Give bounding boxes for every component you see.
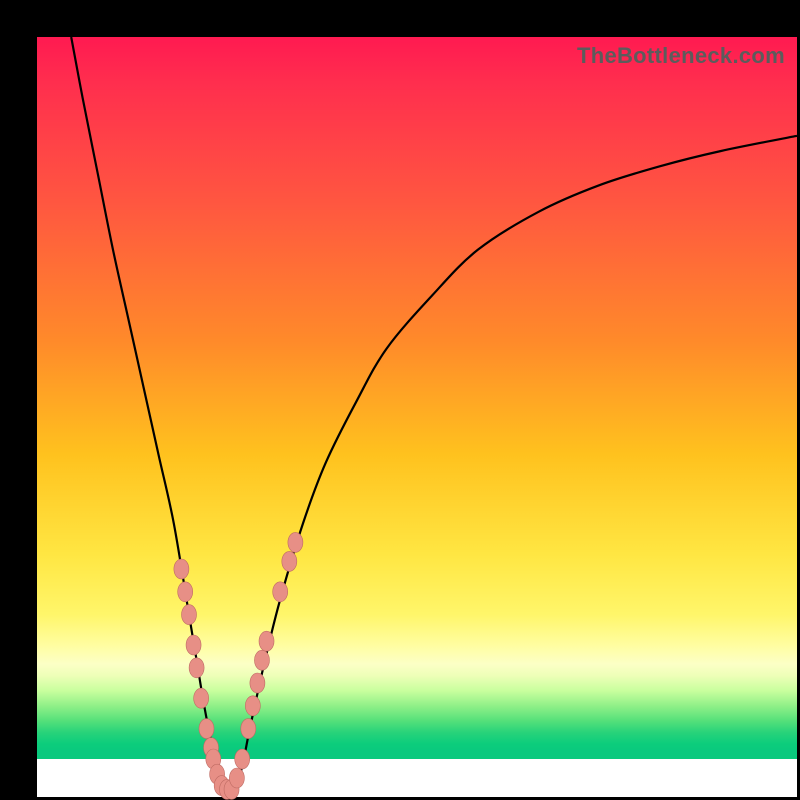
chart-frame: TheBottleneck.com xyxy=(0,0,800,800)
data-dot xyxy=(229,768,244,788)
data-dot xyxy=(189,658,204,678)
data-dot xyxy=(194,688,209,708)
data-dot xyxy=(259,631,274,651)
data-dot xyxy=(178,582,193,602)
data-dot xyxy=(250,673,265,693)
data-dot xyxy=(199,719,214,739)
bottleneck-curve xyxy=(71,37,797,792)
data-dot xyxy=(186,635,201,655)
plot-area: TheBottleneck.com xyxy=(37,37,797,797)
data-dot xyxy=(245,696,260,716)
curve-layer xyxy=(37,37,797,797)
data-dot xyxy=(174,559,189,579)
data-dot xyxy=(254,650,269,670)
data-dot xyxy=(241,719,256,739)
data-dot xyxy=(288,532,303,552)
data-dot xyxy=(282,551,297,571)
data-dot xyxy=(182,605,197,625)
data-dot xyxy=(235,749,250,769)
data-dot xyxy=(273,582,288,602)
curve-dots xyxy=(174,532,303,799)
